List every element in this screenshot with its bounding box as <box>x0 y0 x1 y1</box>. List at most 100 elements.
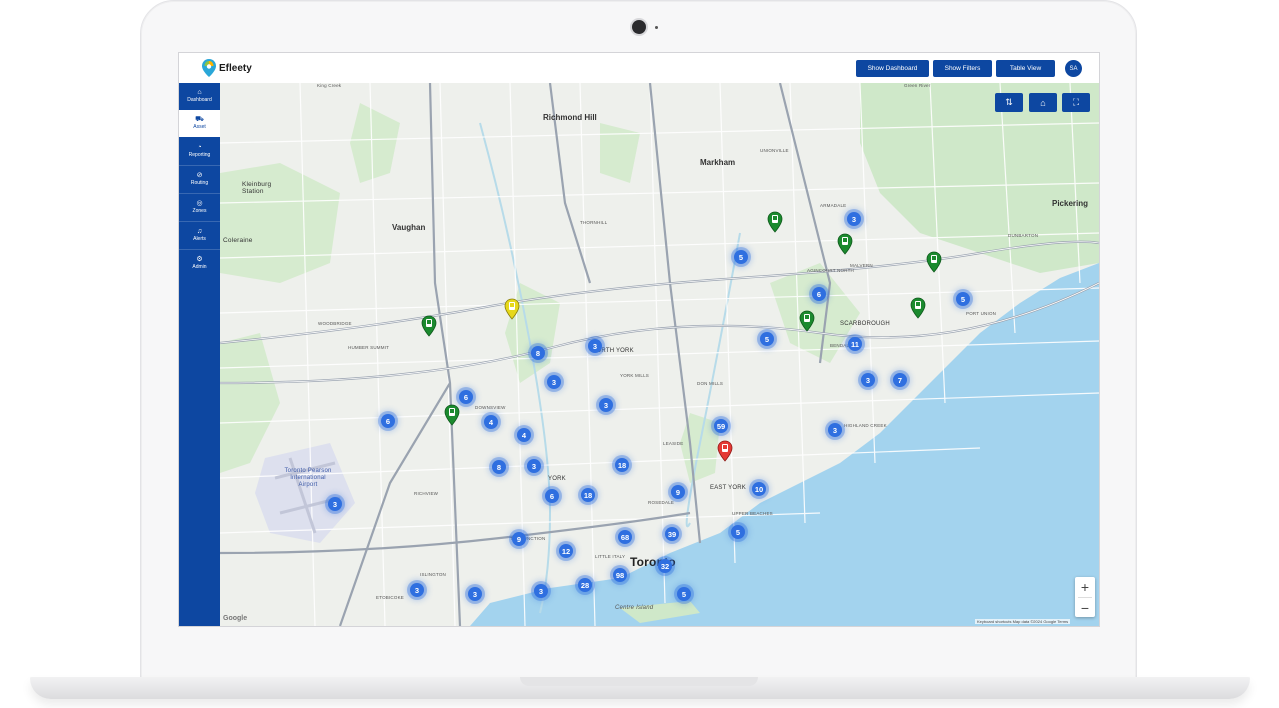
sidebar-item-alerts[interactable]: ♫ Alerts <box>179 222 220 249</box>
brand-name: Efleety <box>219 62 252 74</box>
map-base-layer <box>220 83 1099 626</box>
swap-icon[interactable]: ⇅ <box>995 93 1023 112</box>
place-label-markham: Markham <box>700 158 736 167</box>
cluster-marker[interactable]: 8 <box>531 346 545 360</box>
cluster-marker[interactable]: 10 <box>752 482 766 496</box>
vehicle-pin-green[interactable] <box>799 310 815 332</box>
vehicle-pin-green[interactable] <box>837 233 853 255</box>
cluster-marker[interactable]: 6 <box>545 489 559 503</box>
webcam-icon <box>632 20 646 34</box>
cluster-marker[interactable]: 6 <box>459 390 473 404</box>
cluster-marker[interactable]: 9 <box>512 532 526 546</box>
webcam-led <box>655 26 658 29</box>
place-label: ROSEDALE <box>648 500 675 505</box>
cluster-marker[interactable]: 3 <box>828 423 842 437</box>
compass-icon: ⊘ <box>196 172 203 179</box>
cluster-marker[interactable]: 4 <box>484 415 498 429</box>
vehicle-pin-green[interactable] <box>767 211 783 233</box>
sidebar-item-label: Reporting <box>188 152 211 158</box>
vehicle-pin-red[interactable] <box>717 440 733 462</box>
sidebar-item-asset[interactable]: ⛟ Asset <box>179 110 220 137</box>
cluster-marker[interactable]: 12 <box>559 544 573 558</box>
cluster-marker[interactable]: 6 <box>812 287 826 301</box>
place-label-east-york: EAST YORK <box>710 485 746 491</box>
cluster-marker[interactable]: 5 <box>760 332 774 346</box>
map-pin-logo-icon <box>202 59 216 77</box>
user-avatar[interactable]: SA <box>1065 60 1082 77</box>
vehicle-pin-green[interactable] <box>421 315 437 337</box>
place-label: UPPER BEACHES <box>732 511 773 516</box>
vehicle-pin-green[interactable] <box>926 251 942 273</box>
truck-icon: ⛟ <box>195 116 204 123</box>
place-label: UNIONVILLE <box>760 148 789 153</box>
cluster-marker[interactable]: 18 <box>615 458 629 472</box>
vehicle-pin-yellow[interactable] <box>504 298 520 320</box>
fullscreen-icon[interactable]: ⛶ <box>1062 93 1090 112</box>
cluster-marker[interactable]: 68 <box>618 530 632 544</box>
map-canvas[interactable]: King Creek Green River Richmond Hill Mar… <box>220 83 1099 626</box>
cluster-marker[interactable]: 3 <box>328 497 342 511</box>
cluster-marker[interactable]: 98 <box>613 568 627 582</box>
home-icon: ⌂ <box>197 89 202 96</box>
place-label: THORNHILL <box>580 220 608 225</box>
place-label: ISLINGTON <box>420 572 446 577</box>
cluster-marker[interactable]: 8 <box>492 460 506 474</box>
sidebar-item-label: Routing <box>190 180 209 186</box>
cluster-marker[interactable]: 5 <box>677 587 691 601</box>
cluster-marker[interactable]: 3 <box>410 583 424 597</box>
place-label: LEASIDE <box>663 441 684 446</box>
show-dashboard-button[interactable]: Show Dashboard <box>856 60 929 77</box>
zoom-out-button[interactable]: − <box>1075 598 1095 618</box>
top-bar: Efleety Show Dashboard Show Filters Tabl… <box>179 53 1099 84</box>
cluster-marker[interactable]: 3 <box>547 375 561 389</box>
cluster-marker[interactable]: 5 <box>734 250 748 264</box>
home-icon[interactable]: ⌂ <box>1029 93 1057 112</box>
sidebar: ⌂ Dashboard ⛟ Asset ◔ Reporting ⊘ Routin… <box>179 83 220 626</box>
cluster-marker[interactable]: 32 <box>658 559 672 573</box>
cluster-marker[interactable]: 3 <box>534 584 548 598</box>
zoom-control: + − <box>1075 577 1095 617</box>
table-view-button[interactable]: Table View <box>996 60 1055 77</box>
cluster-marker[interactable]: 7 <box>893 373 907 387</box>
sidebar-item-dashboard[interactable]: ⌂ Dashboard <box>179 83 220 110</box>
sidebar-item-routing[interactable]: ⊘ Routing <box>179 166 220 193</box>
map-attribution[interactable]: Keyboard shortcuts Map data ©2024 Google… <box>975 619 1071 624</box>
place-label: YORK MILLS <box>620 373 650 378</box>
app-screen: Efleety Show Dashboard Show Filters Tabl… <box>178 52 1100 627</box>
brand-logo[interactable]: Efleety <box>201 58 252 78</box>
cluster-marker[interactable]: 3 <box>527 459 541 473</box>
cluster-marker[interactable]: 6 <box>381 414 395 428</box>
cluster-marker[interactable]: 18 <box>581 488 595 502</box>
cluster-marker[interactable]: 59 <box>714 419 728 433</box>
cluster-marker[interactable]: 4 <box>517 428 531 442</box>
laptop-notch <box>520 677 758 686</box>
cluster-marker[interactable]: 28 <box>578 578 592 592</box>
place-label: ARMADALE <box>820 203 847 208</box>
cluster-marker[interactable]: 9 <box>671 485 685 499</box>
place-label: DOWNSVIEW <box>475 405 506 410</box>
cluster-marker[interactable]: 11 <box>848 337 862 351</box>
cluster-marker[interactable]: 3 <box>861 373 875 387</box>
cluster-marker[interactable]: 5 <box>956 292 970 306</box>
place-label: Green River <box>904 83 931 88</box>
show-filters-button[interactable]: Show Filters <box>933 60 992 77</box>
sidebar-item-admin[interactable]: ⚙ Admin <box>179 250 220 277</box>
cluster-marker[interactable]: 5 <box>731 525 745 539</box>
cluster-marker[interactable]: 3 <box>599 398 613 412</box>
google-logo: Google <box>223 615 248 622</box>
cluster-marker[interactable]: 3 <box>847 212 861 226</box>
gear-icon: ⚙ <box>196 256 203 263</box>
vehicle-pin-green[interactable] <box>444 404 460 426</box>
place-label-pearson: Toronto Pearson International Airport <box>284 468 332 488</box>
cluster-marker[interactable]: 3 <box>588 339 602 353</box>
sidebar-item-reporting[interactable]: ◔ Reporting <box>179 138 220 165</box>
sidebar-item-zones[interactable]: ◎ Zones <box>179 194 220 221</box>
place-label: AGINCOURT NORTH <box>807 268 855 273</box>
cluster-marker[interactable]: 3 <box>468 587 482 601</box>
sidebar-item-label: Admin <box>192 264 207 270</box>
cluster-marker[interactable]: 39 <box>665 527 679 541</box>
vehicle-pin-green[interactable] <box>910 297 926 319</box>
sidebar-item-label: Zones <box>192 208 207 214</box>
place-label-pickering: Pickering <box>1052 199 1089 208</box>
zoom-in-button[interactable]: + <box>1075 577 1095 597</box>
